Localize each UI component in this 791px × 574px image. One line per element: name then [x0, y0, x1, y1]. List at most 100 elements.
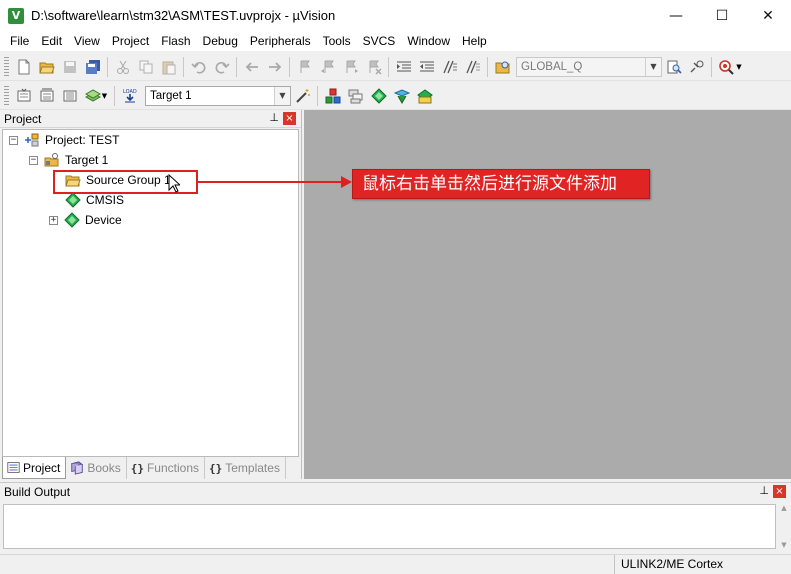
menu-file[interactable]: File: [4, 31, 35, 51]
annotation-arrow-line: [198, 181, 343, 183]
target-combo[interactable]: Target 1 ▼: [145, 85, 291, 106]
save-all-button[interactable]: [81, 56, 104, 78]
tab-label: Templates: [225, 461, 280, 475]
select-software-packs-button[interactable]: [367, 85, 390, 107]
nav-forward-button[interactable]: [263, 56, 286, 78]
tab-functions[interactable]: {} Functions: [127, 457, 205, 479]
build-output-text[interactable]: [3, 504, 776, 549]
undo-button[interactable]: [187, 56, 210, 78]
green-diamond-icon: [64, 212, 80, 228]
bookmark-clear-button[interactable]: [362, 56, 385, 78]
file-extensions-icon: [348, 89, 362, 103]
toolbar-grip[interactable]: [4, 85, 9, 106]
green-diamond-icon: [65, 192, 81, 208]
debug-session-button[interactable]: ▼: [715, 56, 745, 78]
redo-button[interactable]: [210, 56, 233, 78]
translate-button[interactable]: [12, 85, 35, 107]
close-button[interactable]: ✕: [745, 0, 791, 31]
project-panel-title: Project: [4, 111, 42, 126]
menu-svcs[interactable]: SVCS: [357, 31, 402, 51]
tree-item-target[interactable]: − Target 1: [29, 150, 108, 170]
project-panel-header: Project ⊥ ×: [0, 110, 301, 128]
build-icon: [40, 88, 53, 101]
batch-build-icon: [84, 88, 101, 102]
find-combo[interactable]: GLOBAL_Q ▼: [516, 56, 662, 77]
tab-templates[interactable]: {} Templates: [205, 457, 286, 479]
pin-icon[interactable]: ⊥: [269, 111, 279, 124]
tree-item-label: CMSIS: [86, 193, 125, 207]
translate-icon: [17, 88, 30, 101]
save-all-icon: [85, 59, 100, 74]
menu-debug[interactable]: Debug: [197, 31, 244, 51]
build-output-header: Build Output ⊥ ×: [0, 483, 791, 501]
rebuild-icon: [63, 90, 76, 101]
save-button[interactable]: [58, 56, 81, 78]
copy-icon: [139, 60, 152, 73]
tab-label: Project: [23, 460, 61, 475]
nav-back-button[interactable]: [240, 56, 263, 78]
editor-area[interactable]: [304, 110, 791, 479]
menu-flash[interactable]: Flash: [155, 31, 196, 51]
project-icon: [25, 133, 39, 147]
indent-button[interactable]: [392, 56, 415, 78]
find-in-files-button[interactable]: [491, 56, 514, 78]
menu-window[interactable]: Window: [401, 31, 456, 51]
minimize-button[interactable]: —: [653, 0, 699, 31]
indent-icon: [396, 61, 411, 71]
load-button[interactable]: LOAD: [118, 85, 141, 107]
menu-project[interactable]: Project: [106, 31, 155, 51]
unindent-button[interactable]: [415, 56, 438, 78]
menu-edit[interactable]: Edit: [35, 31, 68, 51]
comment-button[interactable]: [438, 56, 461, 78]
bookmark-prev-button[interactable]: [316, 56, 339, 78]
annotation-callout: 鼠标右击单击然后进行源文件添加: [352, 169, 650, 199]
menu-peripherals[interactable]: Peripherals: [244, 31, 317, 51]
bookmark-next-button[interactable]: [339, 56, 362, 78]
bookmark-button[interactable]: [293, 56, 316, 78]
open-file-button[interactable]: [35, 56, 58, 78]
build-button[interactable]: [35, 85, 58, 107]
tab-project[interactable]: Project: [2, 457, 67, 479]
chevron-down-icon[interactable]: ▼: [645, 57, 661, 76]
uncomment-button[interactable]: [461, 56, 484, 78]
batch-build-button[interactable]: ▼: [81, 85, 111, 107]
scroll-down-icon[interactable]: ▼: [781, 541, 786, 549]
copy-button[interactable]: [134, 56, 157, 78]
target-options-button[interactable]: [291, 85, 314, 107]
cut-button[interactable]: [111, 56, 134, 78]
tree-item-device[interactable]: + Device: [49, 210, 122, 230]
vertical-scrollbar[interactable]: ▲ ▼: [777, 504, 791, 549]
toolbar-separator: [388, 56, 389, 77]
expand-icon[interactable]: +: [49, 215, 58, 225]
toolbar-grip[interactable]: [4, 56, 9, 77]
tab-books[interactable]: Books: [66, 457, 127, 479]
pack-installer-button[interactable]: [390, 85, 413, 107]
chevron-down-icon[interactable]: ▼: [274, 86, 290, 105]
collapse-icon[interactable]: −: [9, 135, 18, 145]
rebuild-button[interactable]: [58, 85, 81, 107]
maximize-button[interactable]: ☐: [699, 0, 745, 31]
templates-tab-icon: {}: [209, 461, 223, 475]
manage-components-button[interactable]: [321, 85, 344, 107]
redo-icon: [215, 61, 230, 74]
collapse-icon[interactable]: −: [29, 155, 38, 165]
tree-item-project[interactable]: − Project: TEST: [9, 130, 119, 150]
close-panel-icon[interactable]: ×: [283, 112, 296, 125]
paste-button[interactable]: [157, 56, 180, 78]
file-extensions-button[interactable]: [344, 85, 367, 107]
scroll-up-icon[interactable]: ▲: [781, 504, 786, 512]
pin-icon[interactable]: ⊥: [759, 484, 769, 497]
status-bar: ULINK2/ME Cortex Debugger: [0, 554, 791, 574]
new-file-button[interactable]: [12, 56, 35, 78]
project-panel: Project ⊥ × − Project: TEST − Target 1 S…: [0, 110, 302, 479]
find-button[interactable]: [662, 56, 685, 78]
tab-label: Books: [87, 461, 121, 475]
incremental-find-button[interactable]: [685, 56, 708, 78]
pack-manager-button[interactable]: [413, 85, 436, 107]
menu-tools[interactable]: Tools: [317, 31, 357, 51]
menu-help[interactable]: Help: [456, 31, 493, 51]
close-panel-icon[interactable]: ×: [773, 485, 786, 498]
find-in-files-icon: [495, 61, 509, 73]
window-controls: — ☐ ✕: [653, 0, 791, 31]
menu-view[interactable]: View: [68, 31, 106, 51]
